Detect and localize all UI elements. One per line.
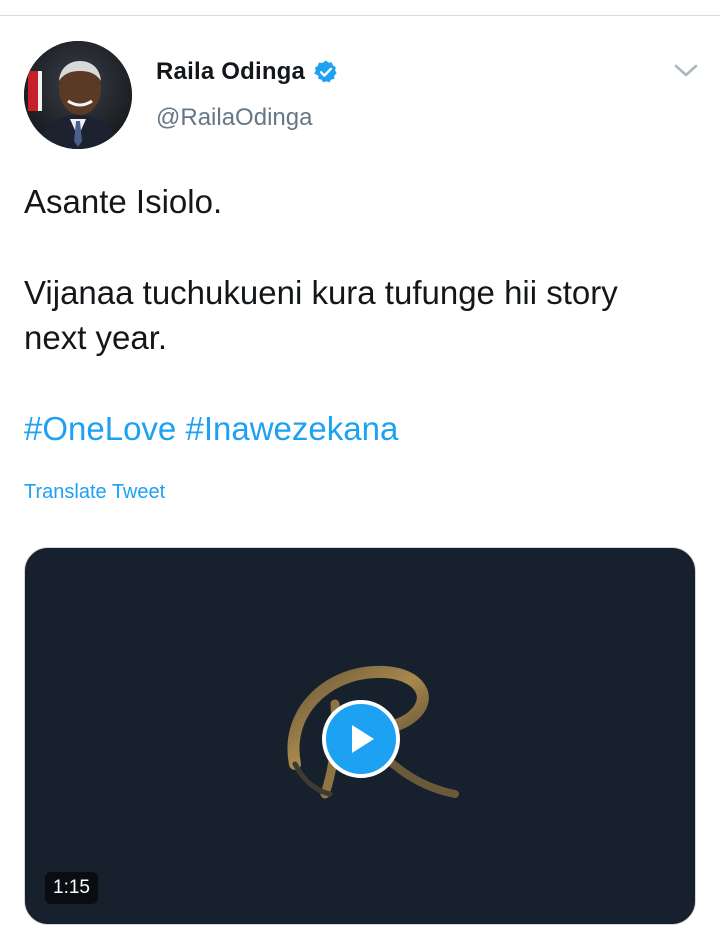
video-player[interactable]: 1:15: [24, 547, 696, 925]
chevron-down-icon[interactable]: [672, 60, 700, 80]
play-icon: [352, 725, 374, 753]
tweet-text-line: Asante Isiolo.: [24, 183, 223, 220]
translate-tweet-link[interactable]: Translate Tweet: [24, 481, 165, 504]
avatar-image: [24, 41, 132, 149]
tweet-text-line: Vijanaa tuchukueni kura tufunge hii stor…: [24, 274, 618, 311]
hashtags: #OneLove #Inawezekana: [24, 407, 398, 451]
verified-badge-icon: [313, 59, 339, 85]
author-name[interactable]: Raila Odinga: [156, 58, 305, 86]
video-duration: 1:15: [45, 872, 98, 904]
hashtag-link[interactable]: #OneLove: [24, 410, 176, 447]
author-name-row: Raila Odinga: [156, 56, 339, 88]
hashtag-link[interactable]: #Inawezekana: [185, 410, 398, 447]
author-handle[interactable]: @RailaOdinga: [156, 104, 312, 132]
play-button[interactable]: [322, 700, 400, 778]
avatar[interactable]: [24, 41, 132, 149]
tweet-text-line: next year.: [24, 319, 168, 356]
tweet: Raila Odinga @RailaOdinga Asante Isiolo.…: [0, 0, 720, 937]
